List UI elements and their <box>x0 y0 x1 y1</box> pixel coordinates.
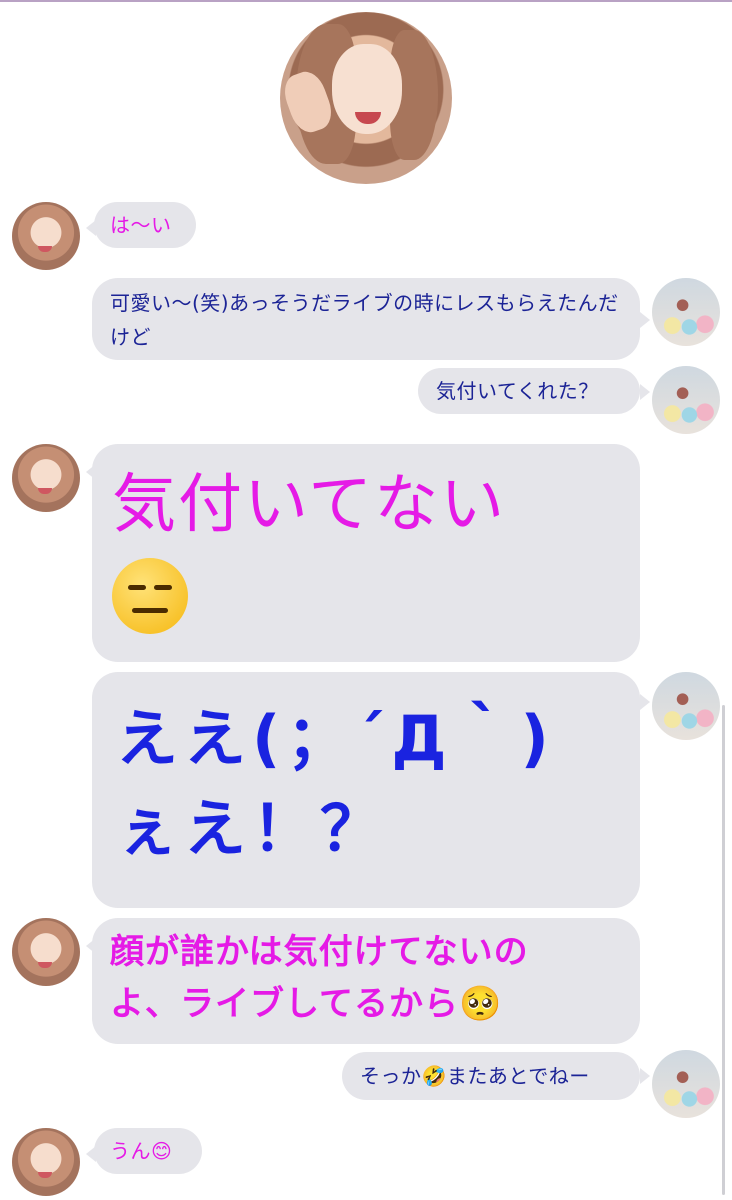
user-avatar[interactable] <box>652 278 720 346</box>
sender-avatar[interactable] <box>12 918 80 986</box>
user-avatar[interactable] <box>652 366 720 434</box>
user-avatar[interactable] <box>652 1050 720 1118</box>
top-divider <box>0 0 732 2</box>
sender-avatar[interactable] <box>12 1128 80 1196</box>
bubble-tail <box>640 694 650 710</box>
expressionless-face-emoji-icon <box>112 558 188 634</box>
message-text-line1: ええ(；´Д｀) <box>116 702 555 775</box>
message-text: そっか🤣またあとでねー <box>360 1064 590 1088</box>
user-avatar[interactable] <box>652 672 720 740</box>
message-bubble[interactable]: 顔が誰かは気付けてないの よ、ライブしてるから🥺 <box>92 918 640 1044</box>
message-text: は〜い <box>110 213 172 237</box>
message-bubble[interactable]: 可愛い〜(笑)あっそうだライブの時にレスもらえたんだけど <box>92 278 640 360</box>
profile-avatar-icon[interactable] <box>278 12 452 184</box>
message-text: うん😊 <box>110 1139 173 1163</box>
message-text: 可愛い〜(笑)あっそうだライブの時にレスもらえたんだけど <box>110 291 619 349</box>
message-bubble[interactable]: そっか🤣またあとでねー <box>342 1052 640 1100</box>
bubble-tail <box>640 1068 650 1084</box>
bubble-tail <box>640 312 650 328</box>
message-text: 気付いてない <box>112 468 507 542</box>
sender-avatar[interactable] <box>12 202 80 270</box>
message-text-line1: 顔が誰かは気付けてないの <box>110 932 529 972</box>
message-text-line2: ぇえ！？ <box>116 792 389 865</box>
message-text-line2: よ、ライブしてるから🥺 <box>110 984 503 1024</box>
message-bubble[interactable]: 気付いてない <box>92 444 640 662</box>
message-text: 気付いてくれた？ <box>436 379 599 403</box>
bubble-tail <box>640 384 650 400</box>
sender-avatar[interactable] <box>12 444 80 512</box>
scrollbar[interactable] <box>722 705 725 1195</box>
message-bubble[interactable]: ええ(；´Д｀) ぇえ！？ <box>92 672 640 908</box>
message-bubble[interactable]: うん😊 <box>94 1128 202 1174</box>
message-bubble[interactable]: は〜い <box>94 202 196 248</box>
message-bubble[interactable]: 気付いてくれた？ <box>418 368 640 414</box>
